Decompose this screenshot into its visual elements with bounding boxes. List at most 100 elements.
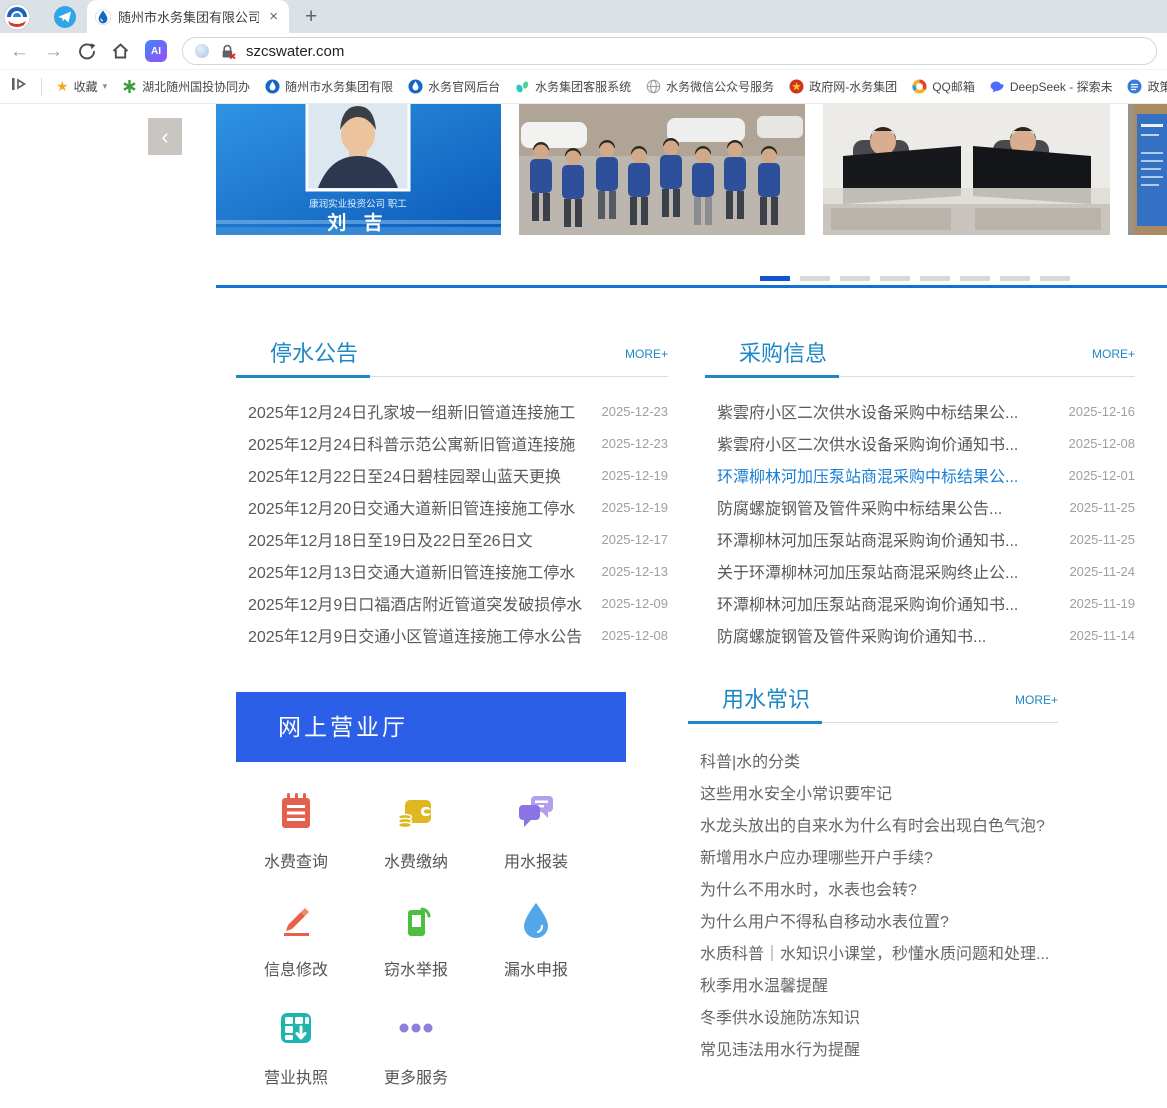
chat-bubbles-icon [514,790,558,834]
bookmark-item-backend[interactable]: 水务官网后台 [407,78,500,95]
ai-extension-button[interactable]: AI [145,40,167,62]
water-drop-icon [514,898,558,942]
slide-org-caption: 康润实业投资公司 职工 [309,198,407,210]
bookmark-item-qq-mail[interactable]: QQ邮箱 [911,78,975,95]
service-water-fee-payment[interactable]: 水费缴纳 [356,784,476,892]
bookmark-item-gov-site[interactable]: 政府网-水务集团 [788,78,897,95]
outage-item[interactable]: 2025年12月20日交通大道新旧管连接施工停水2025-12-19 [236,491,668,523]
service-water-installation[interactable]: 用水报装 [476,784,596,892]
home-button[interactable] [111,42,130,60]
carousel-page-indicator[interactable] [800,276,830,281]
procurement-item[interactable]: 关于环潭柳林河加压泵站商混采购终止公...2025-11-24 [705,555,1135,587]
service-water-fee-query[interactable]: 水费查询 [236,784,356,892]
url-text[interactable]: szcswater.com [246,43,344,60]
procurement-item[interactable]: 环潭柳林河加压泵站商混采购询价通知书...2025-11-25 [705,523,1135,555]
bookmark-item-deepseek[interactable]: DeepSeek - 探索未 [989,78,1113,95]
phone-icon [394,898,438,942]
procurement-item[interactable]: 防腐螺旋钢管及管件采购询价通知书...2025-11-14 [705,619,1135,651]
browser-toolbar: ← → AI szcswater.com [0,33,1167,70]
bookmark-item-water-group[interactable]: 随州市水务集团有限 [264,78,393,95]
carousel-prev-button[interactable]: ‹ [148,118,182,155]
outage-item[interactable]: 2025年12月9日口福酒店附近管道突发破损停水2025-12-09 [236,587,668,619]
green-flower-icon [121,79,137,95]
service-theft-report[interactable]: 窃水举报 [356,892,476,1000]
chevron-down-icon: ▾ [103,81,108,92]
favorites-menu[interactable]: ★ 收藏 ▾ [56,78,107,95]
side-panel-icon[interactable] [10,76,27,97]
back-button[interactable]: ← [10,42,29,61]
bookmarks-bar: ★ 收藏 ▾ 湖北随州国投协同办 随州市水务集团有限 水务官网后台 水务集团客服… [0,70,1167,104]
carousel-page-indicator[interactable] [1040,276,1070,281]
knowledge-item[interactable]: 水龙头放出的自来水为什么有时会出现白色气泡? [688,811,1058,843]
outage-more-link[interactable]: MORE+ [625,347,668,366]
new-tab-button[interactable]: + [305,6,317,27]
water-knowledge-section: 用水常识 MORE+ 科普|水的分类 这些用水安全小常识要牢记 水龙头放出的自来… [688,688,1058,1067]
site-favicon-water-drop-icon [95,9,111,25]
procurement-more-link[interactable]: MORE+ [1092,347,1135,366]
procurement-item-highlighted[interactable]: 环潭柳林河加压泵站商混采购中标结果公...2025-12-01 [705,459,1135,491]
service-info-edit[interactable]: 信息修改 [236,892,356,1000]
procurement-item[interactable]: 防腐螺旋钢管及管件采购中标结果公告...2025-11-25 [705,491,1135,523]
service-business-license[interactable]: 营业执照 [236,1000,356,1108]
knowledge-more-link[interactable]: MORE+ [1015,693,1058,712]
online-hall-services: 水费查询 水费缴纳 用水报装 [236,784,596,1108]
outage-item[interactable]: 2025年12月22日至24日碧桂园翠山蓝天更换2025-12-19 [236,459,668,491]
procurement-item[interactable]: 环潭柳林河加压泵站商混采购询价通知书...2025-11-19 [705,587,1135,619]
procurement-info-section: 采购信息 MORE+ 紫雲府小区二次供水设备采购中标结果公...2025-12-… [705,342,1135,651]
knowledge-item[interactable]: 新增用水户应办理哪些开户手续? [688,843,1058,875]
wallet-icon [394,790,438,834]
carousel-page-indicator[interactable] [1000,276,1030,281]
outage-item[interactable]: 2025年12月18日至19日及22日至26日文2025-12-17 [236,523,668,555]
outage-item[interactable]: 2025年12月9日交通小区管道连接施工停水公告2025-12-08 [236,619,668,651]
carousel-slide-poster[interactable] [1128,104,1167,235]
carousel-slide-group-photo[interactable] [519,104,805,235]
bookmark-item-service-system[interactable]: 水务集团客服系统 [514,78,631,95]
knowledge-item[interactable]: 科普|水的分类 [688,747,1058,779]
carousel-page-indicator[interactable] [880,276,910,281]
address-bar[interactable]: szcswater.com [182,37,1157,65]
browser-app-logo-icon [3,3,31,31]
carousel-page-indicator[interactable] [760,276,790,281]
bookmark-item-wechat-service[interactable]: 水务微信公众号服务 [645,78,774,95]
carousel-slide-office-photo[interactable] [823,104,1110,235]
knowledge-item[interactable]: 冬季供水设施防冻知识 [688,1003,1058,1035]
bookmark-item-guotou[interactable]: 湖北随州国投协同办 [121,78,250,95]
knowledge-item[interactable]: 为什么用户不得私自移动水表位置? [688,907,1058,939]
reload-button[interactable] [78,42,96,60]
outage-notice-section: 停水公告 MORE+ 2025年12月24日孔家坡一组新旧管道连接施工2025-… [236,342,668,651]
knowledge-item[interactable]: 秋季用水温馨提醒 [688,971,1058,1003]
online-hall-banner[interactable]: 网上营业厅 [236,692,626,762]
tab-close-icon[interactable]: × [266,8,281,25]
outage-item[interactable]: 2025年12月24日孔家坡一组新旧管道连接施工2025-12-23 [236,395,668,427]
pinned-tab-telegram-icon[interactable] [53,5,77,29]
procurement-item[interactable]: 紫雲府小区二次供水设备采购中标结果公...2025-12-16 [705,395,1135,427]
carousel-page-indicator[interactable] [920,276,950,281]
knowledge-item[interactable]: 这些用水安全小常识要牢记 [688,779,1058,811]
water-logo-icon [407,79,423,95]
bill-icon [274,790,318,834]
teal-drops-icon [514,79,530,95]
extension-dot-icon[interactable] [195,44,209,58]
carousel-page-indicator[interactable] [840,276,870,281]
national-emblem-icon [788,79,804,95]
service-more[interactable]: 更多服务 [356,1000,476,1108]
carousel-page-indicator[interactable] [960,276,990,281]
procurement-item[interactable]: 紫雲府小区二次供水设备采购询价通知书...2025-12-08 [705,427,1135,459]
carousel-slide-employee-card[interactable]: 康润实业投资公司 职工 刘 吉 [216,104,501,235]
insecure-lock-icon[interactable] [219,43,236,60]
knowledge-item[interactable]: 常见违法用水行为提醒 [688,1035,1058,1067]
bookmark-item-policy[interactable]: 政策 [1127,78,1167,95]
service-leak-report[interactable]: 漏水申报 [476,892,596,1000]
outage-item[interactable]: 2025年12月24日科普示范公寓新旧管道连接施2025-12-23 [236,427,668,459]
outage-section-title: 停水公告 [270,342,358,366]
knowledge-item[interactable]: 水质科普｜水知识小课堂，秒懂水质问题和处理... [688,939,1058,971]
outage-item[interactable]: 2025年12月13日交通大道新旧管连接施工停水2025-12-13 [236,555,668,587]
browser-tab-bar: 随州市水务集团有限公司 × + [0,0,1167,33]
section-divider-line [216,285,1167,288]
star-icon: ★ [56,78,69,95]
deepseek-whale-icon [989,79,1005,95]
procurement-section-title: 采购信息 [739,342,827,366]
knowledge-item[interactable]: 为什么不用水时，水表也会转? [688,875,1058,907]
forward-button[interactable]: → [44,42,63,61]
browser-active-tab[interactable]: 随州市水务集团有限公司 × [87,0,289,33]
